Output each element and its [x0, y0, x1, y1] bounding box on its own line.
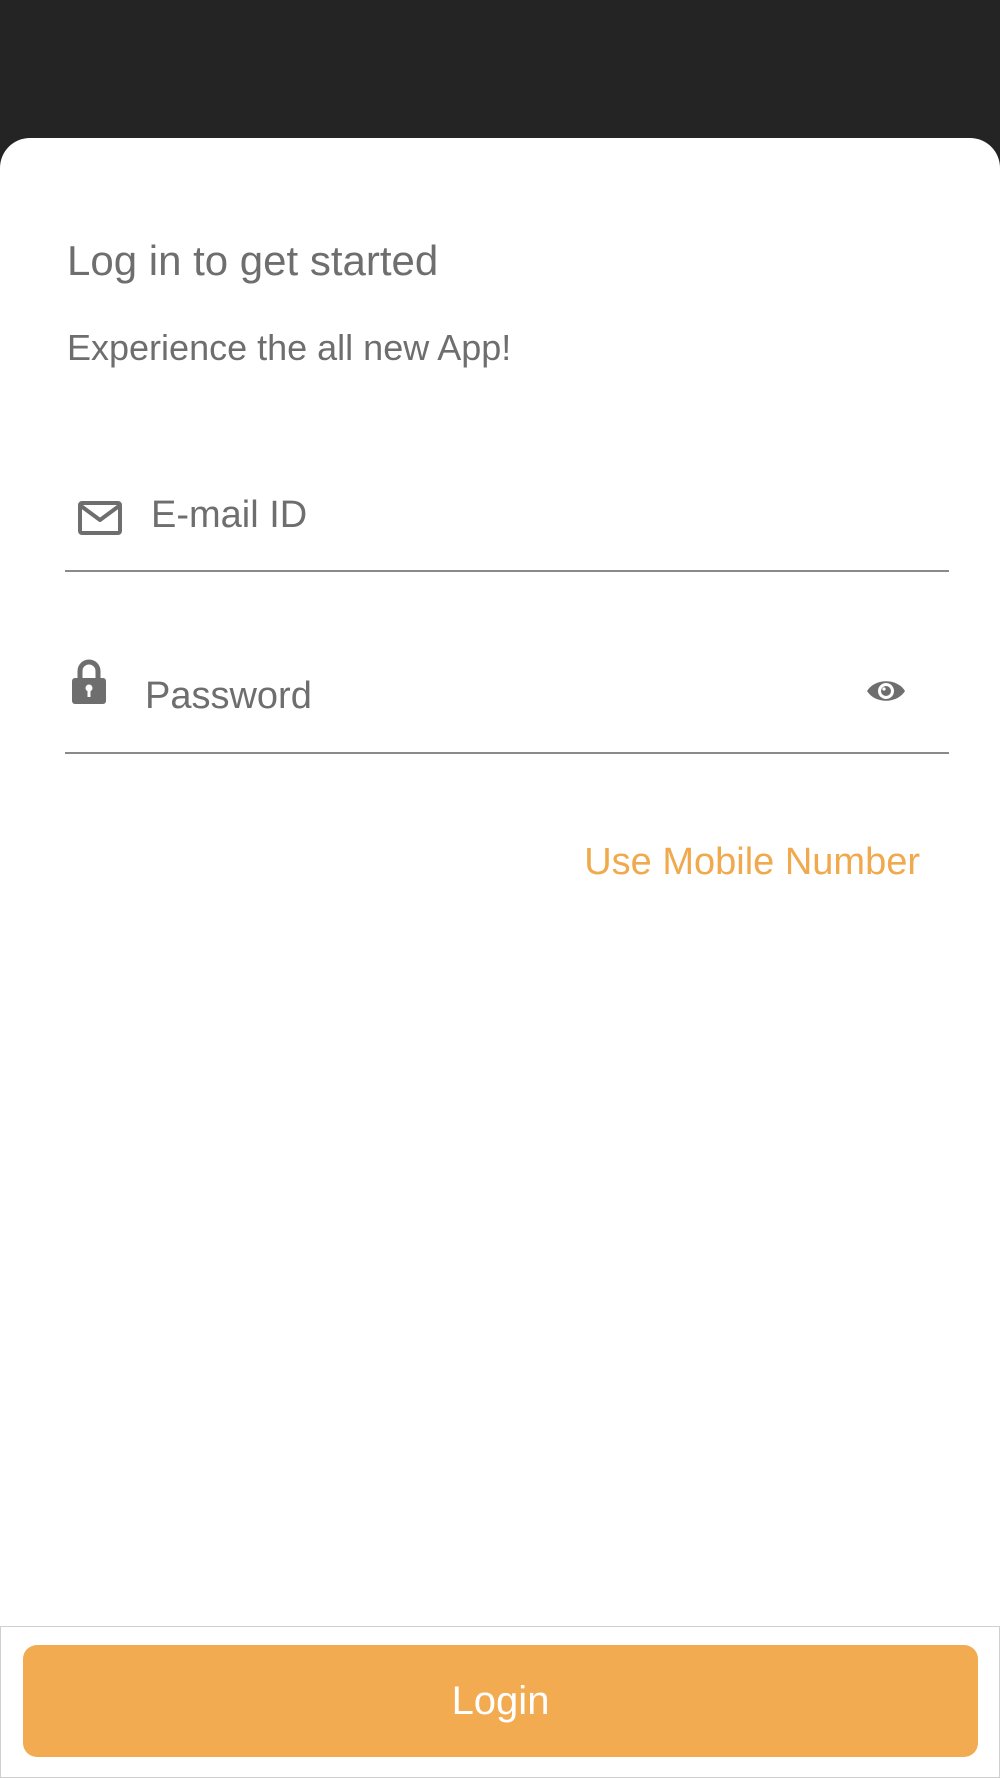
mail-icon	[78, 501, 122, 535]
lock-icon	[72, 659, 106, 704]
eye-icon[interactable]	[865, 676, 907, 706]
footer-bar: Login	[0, 1626, 1000, 1778]
page-title: Log in to get started	[67, 237, 439, 284]
email-field-row	[65, 470, 949, 572]
email-input[interactable]	[151, 490, 911, 540]
page-subtitle: Experience the all new App!	[67, 327, 512, 368]
password-field-row	[65, 650, 949, 754]
login-sheet	[0, 138, 1000, 1778]
password-input[interactable]	[145, 668, 845, 724]
use-mobile-number-link[interactable]: Use Mobile Number	[584, 840, 920, 886]
top-bar	[0, 0, 1000, 160]
login-button[interactable]: Login	[23, 1645, 978, 1757]
